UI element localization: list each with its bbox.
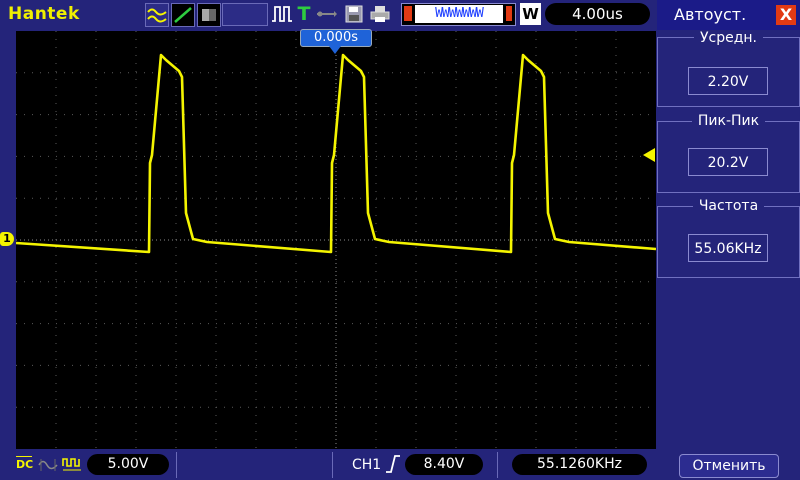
bottom-status-bar: DC 5.00V CH1 8.40V 55.1260KHz <box>0 450 655 480</box>
ch1-marker-label: 1 <box>3 232 11 245</box>
timebase-display[interactable]: 4.00us <box>545 3 650 25</box>
waveform-mode-icon[interactable] <box>145 3 169 27</box>
trigger-time-label: 0.000s <box>314 30 358 45</box>
autoset-panel: Автоуст. X Усредн. 2.20V Пик-Пик 20.2V Ч… <box>657 0 800 480</box>
memory-wave-text: WWWWWWW <box>415 5 503 23</box>
peak-label: Пик-Пик <box>691 113 766 129</box>
ch1-trace <box>15 53 657 254</box>
trigger-source-label: CH1 <box>352 457 382 473</box>
measure-label-frequency: Частота <box>657 198 800 214</box>
trigger-time-marker[interactable]: 0.000s <box>300 29 372 47</box>
save-icon[interactable] <box>344 3 364 25</box>
blank-slot <box>222 3 268 26</box>
waveform-screen <box>15 31 657 449</box>
trigger-pulse-icon[interactable] <box>271 3 293 25</box>
print-icon[interactable] <box>369 3 391 25</box>
trigger-time-arrow <box>329 46 341 54</box>
trigger-level-display[interactable]: 8.40V <box>405 454 483 475</box>
usb-icon <box>316 3 338 25</box>
bandwidth-limit-icon[interactable] <box>62 454 82 478</box>
ch1-level-marker[interactable]: 1 <box>0 232 14 246</box>
panel-header: Автоуст. X <box>657 0 800 30</box>
coupling-label: DC <box>16 458 34 471</box>
brand-logo: Hantek <box>8 4 80 24</box>
ac-coupling-icon[interactable] <box>38 456 58 478</box>
bottom-divider <box>332 452 333 478</box>
trigger-level-arrow[interactable] <box>643 148 655 162</box>
bottom-divider <box>497 452 498 478</box>
window-mode-button[interactable]: W <box>520 3 541 25</box>
cancel-button[interactable]: Отменить <box>679 454 779 478</box>
line-mode-icon[interactable] <box>171 3 195 27</box>
measure-label-average: Усредн. <box>657 30 800 46</box>
frequency-value[interactable]: 55.06KHz <box>688 234 768 262</box>
peak-value[interactable]: 20.2V <box>688 148 768 176</box>
panel-title: Автоуст. <box>674 5 747 24</box>
trigger-T-icon[interactable]: T <box>296 3 312 25</box>
coupling-dc-icon[interactable]: DC <box>16 456 34 471</box>
trigger-edge-rising-icon[interactable] <box>384 454 402 478</box>
measure-label-peak: Пик-Пик <box>657 113 800 129</box>
frequency-display: 55.1260KHz <box>512 454 647 475</box>
frequency-label: Частота <box>692 198 765 214</box>
close-icon[interactable]: X <box>776 5 796 25</box>
waveform-graticule <box>15 31 657 449</box>
top-status-bar: Hantek T WWWWWWW W 4.00us <box>0 0 655 30</box>
average-value[interactable]: 2.20V <box>688 67 768 95</box>
average-label: Усредн. <box>693 30 763 46</box>
bottom-divider <box>176 452 177 478</box>
memory-indicator: WWWWWWW <box>401 3 516 26</box>
persist-mode-icon[interactable] <box>197 3 221 27</box>
ch1-scale-display[interactable]: 5.00V <box>87 454 169 475</box>
